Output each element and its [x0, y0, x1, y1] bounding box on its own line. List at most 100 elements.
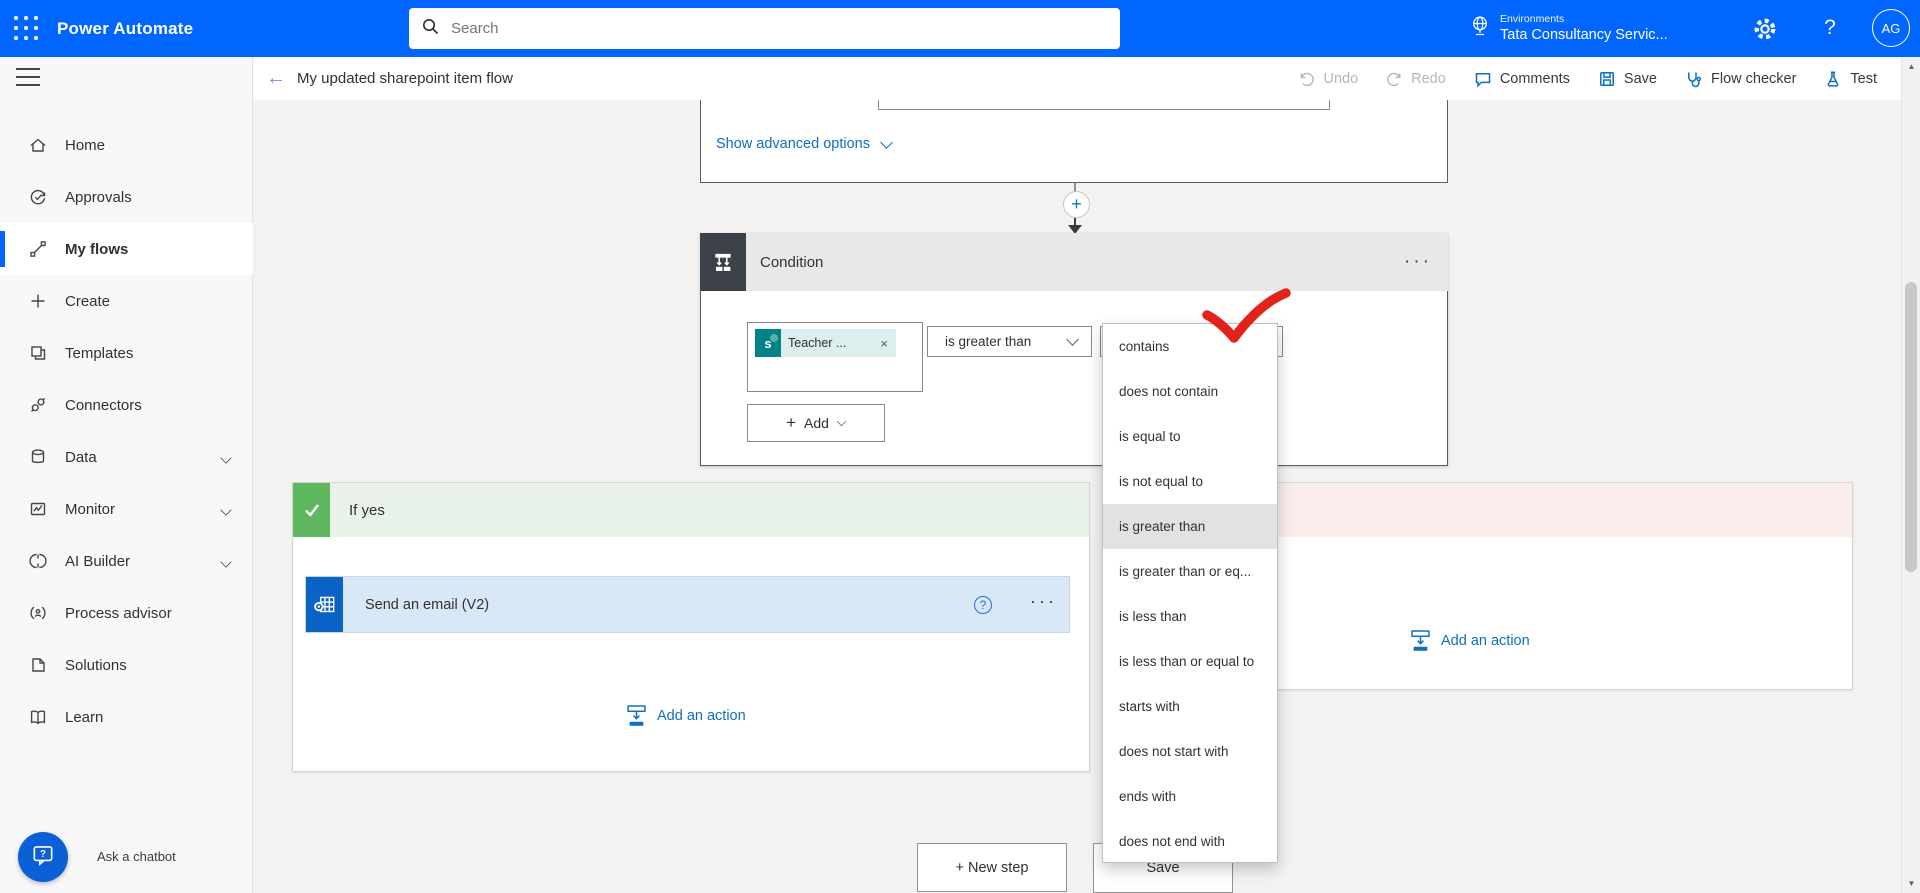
flow-checker-button[interactable]: Flow checker: [1684, 69, 1796, 89]
search-input[interactable]: [449, 19, 1108, 38]
show-advanced-options-link[interactable]: Show advanced options: [716, 135, 893, 152]
learn-icon: [28, 707, 48, 727]
sidebar-nav: Home Approvals My flows Create Templates…: [0, 119, 253, 743]
operator-option[interactable]: is equal to: [1103, 414, 1277, 459]
operator-option[interactable]: is less than: [1103, 594, 1277, 639]
send-email-action[interactable]: Send an email (V2): [305, 576, 1070, 633]
avatar[interactable]: AG: [1872, 9, 1910, 47]
operator-option[interactable]: does not end with: [1103, 819, 1277, 864]
environment-picker[interactable]: Environments Tata Consultancy Servic...: [1469, 8, 1668, 49]
test-icon: [1823, 69, 1843, 89]
condition-add-button[interactable]: + Add: [747, 404, 885, 442]
connector-line: [1074, 218, 1076, 225]
scroll-up-icon[interactable]: ▲: [1902, 62, 1920, 71]
chevron-down-icon: [220, 504, 232, 516]
chevron-down-icon: [220, 452, 232, 464]
trigger-partial-input[interactable]: [878, 100, 1330, 110]
search-bar[interactable]: [409, 8, 1120, 49]
svg-text:?: ?: [40, 849, 46, 860]
help-icon[interactable]: ?: [1820, 13, 1840, 43]
chevron-down-icon: [880, 135, 893, 149]
chip-remove-icon[interactable]: ×: [880, 336, 888, 351]
redo-button[interactable]: Redo: [1385, 69, 1446, 88]
flows-icon: [28, 239, 48, 259]
operator-option[interactable]: contains: [1103, 324, 1277, 369]
flow-title: My updated sharepoint item flow: [297, 70, 513, 87]
create-icon: [28, 291, 48, 311]
sharepoint-icon: s: [755, 329, 781, 357]
add-action-icon: [1410, 629, 1431, 653]
operator-option[interactable]: does not contain: [1103, 369, 1277, 414]
scroll-down-icon[interactable]: ▼: [1902, 879, 1920, 888]
app-title: Power Automate: [57, 18, 194, 38]
sidebar-item-monitor[interactable]: Monitor: [0, 483, 253, 535]
operator-option[interactable]: is greater than or eq...: [1103, 549, 1277, 594]
scrollbar-thumb[interactable]: [1905, 282, 1917, 572]
chevron-down-icon: [836, 416, 847, 426]
settings-gear-icon[interactable]: [1752, 16, 1778, 42]
operator-option[interactable]: is greater than: [1103, 504, 1277, 549]
sidebar-item-data[interactable]: Data: [0, 431, 253, 483]
action-menu-button[interactable]: ···: [1030, 591, 1057, 612]
operator-option[interactable]: ends with: [1103, 774, 1277, 819]
templates-icon: [28, 343, 48, 363]
operator-option[interactable]: starts with: [1103, 684, 1277, 729]
dynamic-content-chip[interactable]: s Teacher ... ×: [755, 329, 896, 357]
chatbot-button[interactable]: ?: [18, 832, 68, 882]
power-automate-app: Power Automate Environments Tata Consult…: [0, 0, 1920, 893]
add-action-icon: [626, 704, 647, 728]
operator-option[interactable]: does not start with: [1103, 729, 1277, 774]
new-step-button[interactable]: + New step: [917, 843, 1067, 892]
approvals-icon: [28, 187, 48, 207]
vertical-scrollbar[interactable]: ▲ ▼: [1901, 57, 1920, 893]
sidebar-item-ai-builder[interactable]: AI Builder: [0, 535, 253, 587]
operator-option[interactable]: is less than or equal to: [1103, 639, 1277, 684]
globe-icon: [1469, 14, 1491, 43]
sidebar-item-process-advisor[interactable]: Process advisor: [0, 587, 253, 639]
app-launcher-icon[interactable]: [14, 16, 40, 42]
sidebar-item-home[interactable]: Home: [0, 119, 253, 171]
chip-label: Teacher ...: [788, 336, 847, 350]
operator-option[interactable]: is not equal to: [1103, 459, 1277, 504]
redo-icon: [1385, 69, 1404, 88]
if-yes-header[interactable]: If yes: [293, 483, 1089, 537]
action-help-icon[interactable]: ?: [974, 596, 992, 614]
monitor-icon: [28, 499, 48, 519]
save-button[interactable]: Save: [1597, 69, 1657, 89]
sidebar-item-my-flows[interactable]: My flows: [0, 223, 253, 275]
sidebar-item-learn[interactable]: Learn: [0, 691, 253, 743]
data-icon: [28, 447, 48, 467]
if-no-add-action-link[interactable]: Add an action: [1410, 629, 1530, 653]
condition-header[interactable]: Condition ···: [700, 233, 1448, 291]
sidebar-item-create[interactable]: Create: [0, 275, 253, 327]
comments-button[interactable]: Comments: [1473, 69, 1570, 89]
sidebar-item-connectors[interactable]: Connectors: [0, 379, 253, 431]
undo-icon: [1297, 69, 1316, 88]
chat-icon: ?: [30, 842, 56, 873]
sidebar-item-templates[interactable]: Templates: [0, 327, 253, 379]
ai-builder-icon: [28, 551, 48, 571]
process-advisor-icon: [28, 603, 48, 623]
sidebar-item-approvals[interactable]: Approvals: [0, 171, 253, 223]
toolbar-actions: Undo Redo Comments Save Flow checker Tes…: [1297, 57, 1877, 100]
action-label: Send an email (V2): [365, 596, 490, 613]
condition-menu-button[interactable]: ···: [1404, 233, 1432, 291]
back-arrow-icon[interactable]: ←: [266, 57, 286, 100]
if-yes-add-action-link[interactable]: Add an action: [626, 704, 746, 728]
solutions-icon: [28, 655, 48, 675]
check-icon: [293, 483, 330, 537]
insert-step-button[interactable]: +: [1063, 191, 1090, 218]
chevron-down-icon: [1066, 333, 1079, 346]
environment-name: Tata Consultancy Servic...: [1500, 27, 1668, 43]
operator-dropdown-menu: contains does not contain is equal to is…: [1102, 323, 1278, 863]
operator-select[interactable]: is greater than: [927, 326, 1092, 357]
condition-icon: [700, 233, 746, 291]
hamburger-menu-icon[interactable]: [16, 68, 40, 86]
connectors-icon: [28, 395, 48, 415]
undo-button[interactable]: Undo: [1297, 69, 1358, 88]
home-icon: [28, 135, 48, 155]
test-button[interactable]: Test: [1823, 69, 1877, 89]
sidebar-item-solutions[interactable]: Solutions: [0, 639, 253, 691]
condition-title: Condition: [760, 253, 824, 271]
comment-icon: [1473, 69, 1493, 89]
